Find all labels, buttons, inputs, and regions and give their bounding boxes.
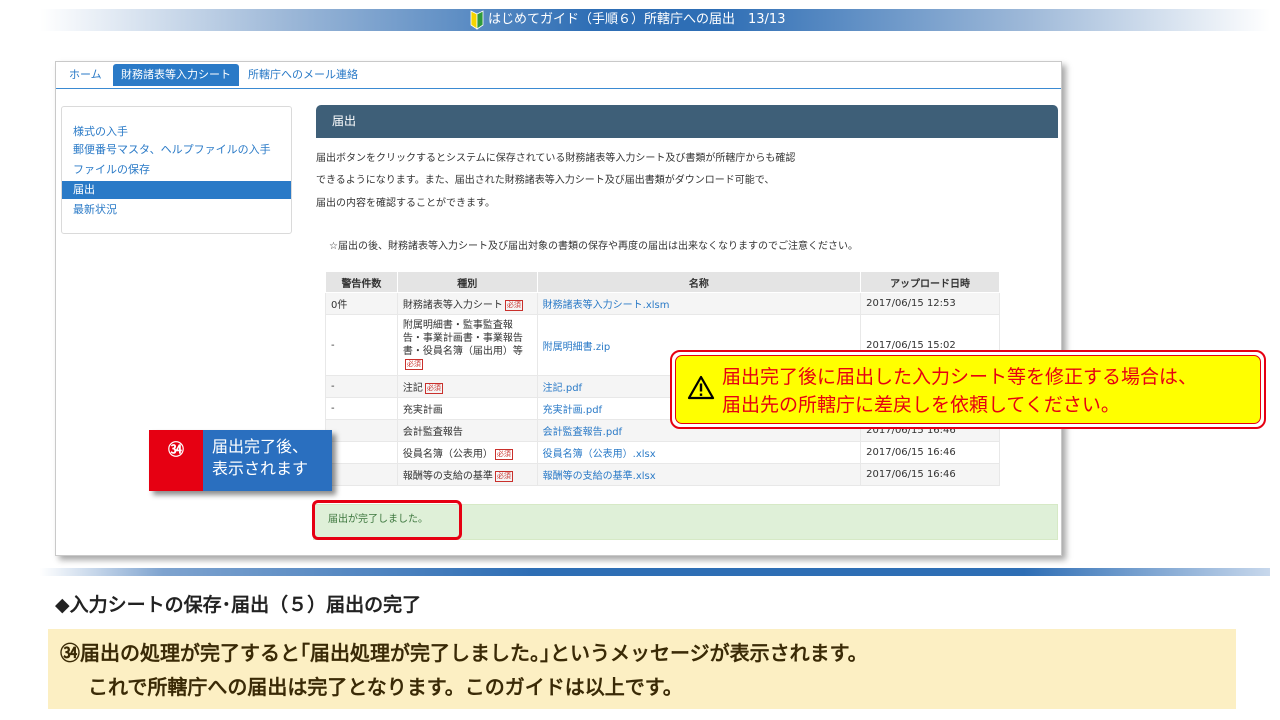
tab-home[interactable]: ホーム (61, 64, 110, 86)
tab-financial-input-sheet[interactable]: 財務諸表等入力シート (113, 64, 239, 86)
table-row: 0件 財務諸表等入力シート 必須 財務諸表等入力シート.xlsm 2017/06/… (325, 292, 1000, 315)
column-header-upload-datetime: アップロード日時 (860, 271, 1000, 293)
panel-title: 届出 (316, 105, 1058, 138)
required-badge: 必須 (494, 448, 513, 460)
sidebar-item-save-file[interactable]: ファイルの保存 (62, 161, 291, 179)
header-title: はじめてガイド（手順６）所轄庁への届出 13/13 (470, 9, 785, 31)
step-callout-text: 届出完了後、 表示されます (203, 430, 332, 491)
file-type: 財務諸表等入力シート 必須 (396, 292, 538, 315)
description-line-1: 届出ボタンをクリックするとシステムに保存されている財務諸表等入力シート及び書類が… (316, 153, 796, 164)
file-name-link[interactable]: 財務諸表等入力シート.xlsm (536, 292, 862, 315)
column-header-warnings: 警告件数 (325, 271, 398, 293)
upload-datetime: 2017/06/15 16:46 (860, 463, 1000, 486)
file-type-label: 役員名簿（公表用） (402, 449, 493, 460)
required-badge: 必須 (404, 358, 423, 370)
warning-count: 0件 (325, 292, 398, 315)
sidebar-item-submit[interactable]: 届出 (62, 181, 291, 199)
warning-count (325, 463, 398, 486)
table-row: 報酬等の支給の基準 必須 報酬等の支給の基準.xlsx 2017/06/15 16… (325, 463, 1000, 486)
header-title-text: はじめてガイド（手順６）所轄庁への届出 13/13 (488, 12, 786, 27)
warning-line-1: 届出完了後に届出した入力シート等を修正する場合は、 (722, 366, 1198, 388)
required-badge: 必須 (504, 299, 523, 311)
success-highlight-frame (312, 500, 462, 540)
sidebar-item-latest-status[interactable]: 最新状況 (62, 201, 291, 219)
warning-box-inner: 届出完了後に届出した入力シート等を修正する場合は、 届出先の所轄庁に差戻しを依頼… (675, 355, 1261, 424)
file-type: 附属明細書・監事監査報告・事業計画書・事業報告書・役員名簿（届出用）等必須 (396, 314, 538, 376)
callout-line-2: 表示されます (212, 459, 309, 478)
file-type: 役員名簿（公表用） 必須 (396, 441, 538, 464)
column-header-type: 種別 (396, 271, 538, 293)
summary-line-2: これで所轄庁への届出は完了となります。このガイドは以上です。 (88, 675, 683, 699)
warning-count (325, 419, 398, 442)
warning-count: - (325, 314, 398, 376)
summary-box: ㉞届出の処理が完了すると｢届出処理が完了しました。｣というメッセージが表示されま… (48, 629, 1236, 709)
sidebar: 様式の入手 郵便番号マスタ、ヘルプファイルの入手 ファイルの保存 届出 最新状況 (61, 106, 292, 234)
warning-box: 届出完了後に届出した入力シート等を修正する場合は、 届出先の所轄庁に差戻しを依頼… (670, 350, 1266, 429)
table-row: 役員名簿（公表用） 必須 役員名簿（公表用）.xlsx 2017/06/15 16… (325, 441, 1000, 464)
description-line-3: 届出の内容を確認することができます。 (316, 198, 495, 209)
upload-datetime: 2017/06/15 12:53 (860, 292, 1000, 315)
table-header-row: 警告件数 種別 名称 アップロード日時 (325, 271, 1000, 293)
upload-datetime: 2017/06/15 16:46 (860, 441, 1000, 464)
warning-count: - (325, 375, 398, 398)
file-type: 報酬等の支給の基準 必須 (396, 463, 538, 486)
warning-count (325, 441, 398, 464)
description-line-2: できるようになります。また、届出された財務諸表等入力シート及び届出書類がダウンロ… (316, 175, 775, 186)
file-type-label: 報酬等の支給の基準 (402, 471, 493, 482)
column-header-name: 名称 (536, 271, 862, 293)
sidebar-item-postal-master[interactable]: 郵便番号マスタ、ヘルプファイルの入手 (62, 141, 291, 159)
file-type-label: 注記 (402, 383, 423, 394)
callout-line-1: 届出完了後、 (212, 437, 309, 456)
step-number-badge: ㉞ (149, 430, 203, 491)
tab-mail-to-authority[interactable]: 所轄庁へのメール連絡 (240, 64, 366, 86)
step-callout: ㉞ 届出完了後、 表示されます (149, 430, 332, 491)
file-name-link[interactable]: 報酬等の支給の基準.xlsx (536, 463, 862, 486)
required-badge: 必須 (424, 382, 443, 394)
top-nav: ホーム 財務諸表等入力シート 所轄庁へのメール連絡 (56, 62, 1061, 89)
warning-count: - (325, 397, 398, 420)
warning-icon (687, 375, 715, 400)
file-type: 注記 必須 (396, 375, 538, 398)
file-type-label: 附属明細書・監事監査報告・事業計画書・事業報告書・役員名簿（届出用）等 (402, 320, 523, 357)
file-type: 会計監査報告 (396, 419, 538, 442)
file-name-link[interactable]: 役員名簿（公表用）.xlsx (536, 441, 862, 464)
beginner-mark-icon (470, 9, 484, 30)
warning-text: 届出完了後に届出した入力シート等を修正する場合は、 届出先の所轄庁に差戻しを依頼… (722, 363, 1197, 419)
warning-line-2: 届出先の所轄庁に差戻しを依頼してください。 (722, 394, 1120, 416)
file-type-label: 財務諸表等入力シート (402, 300, 503, 311)
required-badge: 必須 (494, 470, 513, 482)
section-title: ◆入力シートの保存･届出（５）届出の完了 (55, 594, 422, 616)
section-divider (40, 568, 1270, 576)
file-type: 充実計画 (396, 397, 538, 420)
summary-line-1: ㉞届出の処理が完了すると｢届出処理が完了しました。｣というメッセージが表示されま… (60, 641, 868, 665)
notice-text: ☆届出の後、財務諸表等入力シート及び届出対象の書類の保存や再度の届出は出来なくな… (329, 241, 858, 252)
sidebar-item-get-forms[interactable]: 様式の入手 (62, 123, 291, 141)
